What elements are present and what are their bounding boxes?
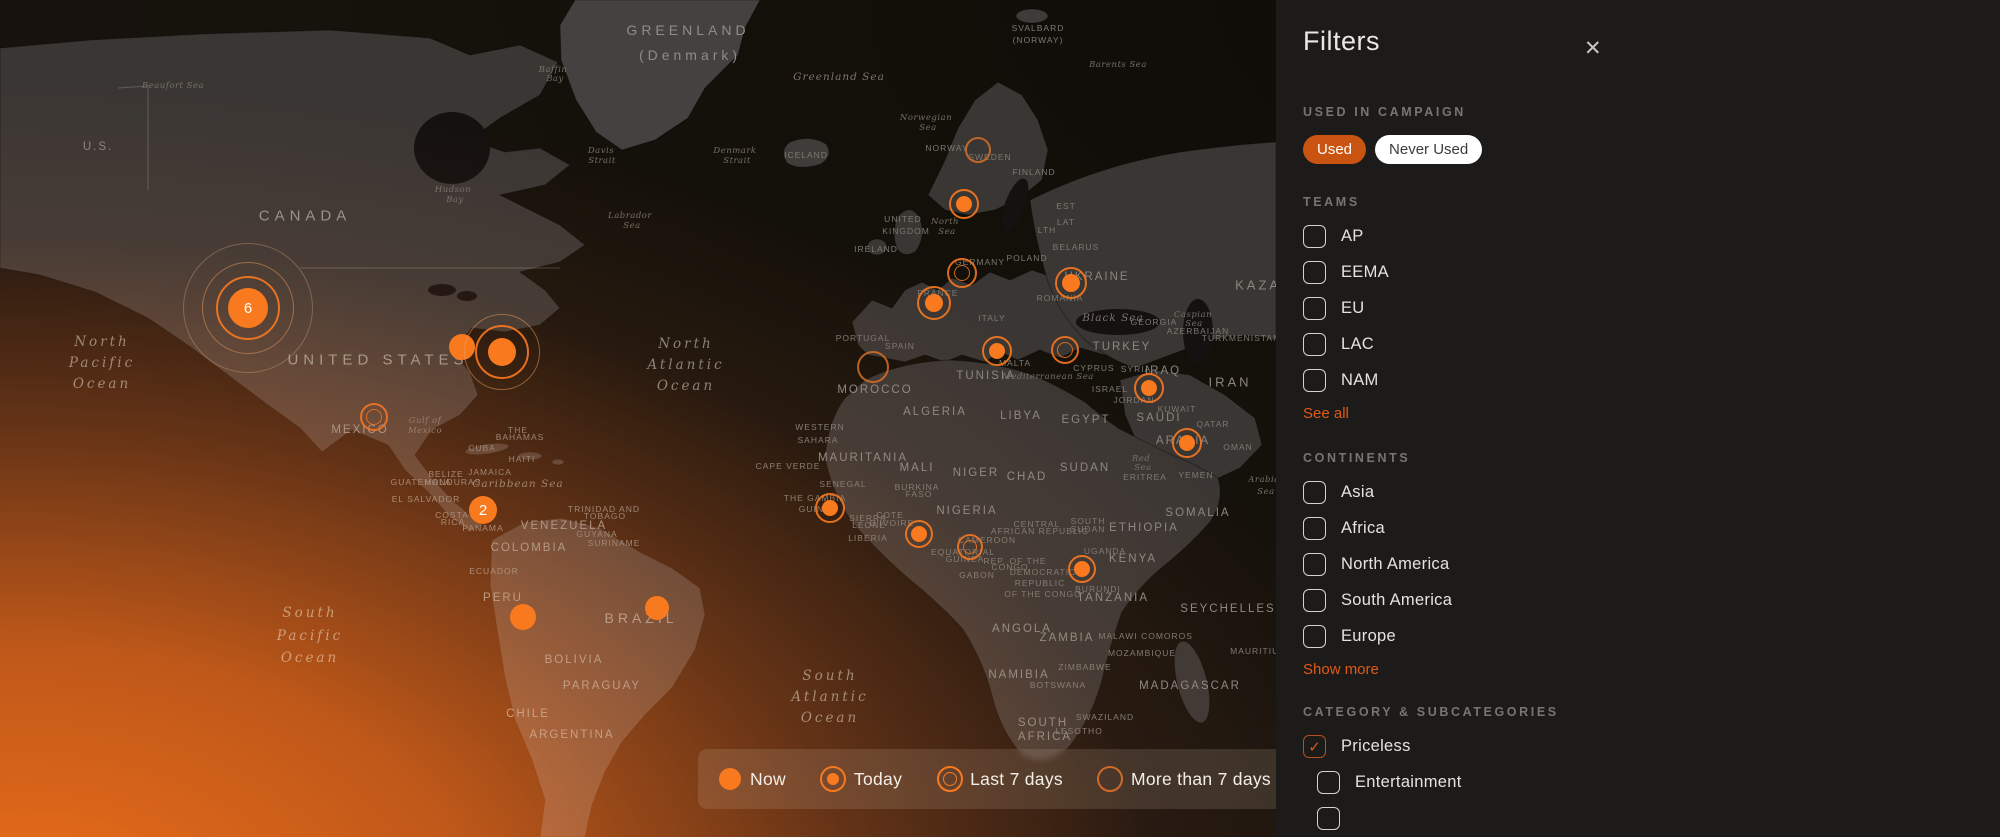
filter-row-europe[interactable]: Europe: [1303, 625, 2000, 648]
legend-label: Now: [750, 769, 786, 790]
marker-ring: [1134, 373, 1164, 403]
section-header-continents: CONTINENTS: [1303, 451, 2000, 465]
filter-row-africa[interactable]: Africa: [1303, 517, 2000, 540]
section-category: CATEGORY & SUBCATEGORIES ✓ Priceless Enter…: [1303, 705, 2000, 830]
section-header-category: CATEGORY & SUBCATEGORIES: [1303, 705, 2000, 719]
checkbox-africa[interactable]: [1303, 517, 1326, 540]
show-more-link[interactable]: Show more: [1303, 661, 2000, 678]
checkbox-blank[interactable]: [1317, 807, 1340, 830]
section-teams: TEAMS AP EEMA EU LAC NAM See all: [1303, 195, 2000, 422]
section-continents: CONTINENTS Asia Africa North America South …: [1303, 451, 2000, 678]
filter-row-eema[interactable]: EEMA: [1303, 261, 2000, 284]
marker-dot: [510, 604, 536, 630]
marker-ring: [366, 409, 382, 425]
marker-ring: [917, 286, 951, 320]
marker-ring: [954, 265, 970, 281]
checkbox-label: Entertainment: [1355, 773, 1462, 792]
section-header-campaign: USED IN CAMPAIGN: [1303, 105, 2000, 119]
checkbox-eema[interactable]: [1303, 261, 1326, 284]
filter-row-eu[interactable]: EU: [1303, 297, 2000, 320]
filter-row-priceless[interactable]: ✓ Priceless: [1303, 735, 2000, 758]
legend-label: Today: [854, 769, 902, 790]
checkbox-label: Europe: [1341, 627, 1396, 646]
checkbox-label: South America: [1341, 591, 1452, 610]
marker-dot: 2: [469, 496, 497, 524]
marker-ring: [905, 520, 933, 548]
section-header-teams: TEAMS: [1303, 195, 2000, 209]
close-icon[interactable]: ✕: [1584, 36, 1602, 61]
filter-row-entertainment[interactable]: Entertainment: [1317, 771, 2000, 794]
legend-item-today: Today: [822, 768, 902, 791]
marker-ring: [815, 493, 845, 523]
marker-ring: [1055, 267, 1087, 299]
marker-ring: [857, 351, 889, 383]
marker-ring: [963, 540, 977, 554]
legend-now-icon: [718, 768, 741, 791]
legend-older-icon: [1099, 768, 1122, 791]
checkbox-label: LAC: [1341, 335, 1374, 354]
pill-never-used[interactable]: Never Used: [1375, 135, 1482, 164]
legend-label: Last 7 days: [970, 769, 1063, 790]
checkbox-entertainment[interactable]: [1317, 771, 1340, 794]
category-checkbox-list: ✓ Priceless Entertainment: [1303, 735, 2000, 830]
checkbox-label: EEMA: [1341, 263, 1389, 282]
marker-ring: [1057, 342, 1073, 358]
filters-panel: Filters ✕ USED IN CAMPAIGN Used Never Use…: [1276, 0, 2000, 837]
filter-row-lac[interactable]: LAC: [1303, 333, 2000, 356]
marker-dot: [645, 596, 669, 620]
marker-ring: [464, 314, 540, 390]
legend-today-icon: [822, 768, 845, 791]
checkbox-eu[interactable]: [1303, 297, 1326, 320]
checkbox-ap[interactable]: [1303, 225, 1326, 248]
teams-checkbox-list: AP EEMA EU LAC NAM: [1303, 225, 2000, 392]
filter-row-ap[interactable]: AP: [1303, 225, 2000, 248]
checkbox-label: NAM: [1341, 371, 1379, 390]
app-window: U.S.CANADAUNITED STATESMEXICOGREENLAND(D…: [0, 0, 2000, 837]
checkbox-label: Priceless: [1341, 737, 1411, 756]
campaign-pills: Used Never Used: [1303, 135, 2000, 164]
checkbox-north-america[interactable]: [1303, 553, 1326, 576]
checkbox-label: AP: [1341, 227, 1364, 246]
checkbox-label: EU: [1341, 299, 1365, 318]
checkbox-nam[interactable]: [1303, 369, 1326, 392]
filter-row-nam[interactable]: NAM: [1303, 369, 2000, 392]
filter-row-north-america[interactable]: North America: [1303, 553, 2000, 576]
filter-row-asia[interactable]: Asia: [1303, 481, 2000, 504]
legend-item-last7: Last 7 days: [938, 768, 1063, 791]
checkbox-label: North America: [1341, 555, 1449, 574]
checkbox-south-america[interactable]: [1303, 589, 1326, 612]
checkbox-asia[interactable]: [1303, 481, 1326, 504]
section-used-in-campaign: USED IN CAMPAIGN Used Never Used: [1303, 105, 2000, 164]
see-all-link[interactable]: See all: [1303, 405, 2000, 422]
panel-title: Filters: [1303, 26, 2000, 57]
marker-ring: [183, 243, 313, 373]
continents-checkbox-list: Asia Africa North America South America Euro…: [1303, 481, 2000, 648]
marker-ring: [949, 189, 979, 219]
filter-row-south-america[interactable]: South America: [1303, 589, 2000, 612]
pill-used[interactable]: Used: [1303, 135, 1366, 164]
marker-ring: [982, 336, 1012, 366]
legend-item-now: Now: [718, 768, 786, 791]
checkbox-europe[interactable]: [1303, 625, 1326, 648]
marker-ring: [1068, 555, 1096, 583]
marker-ring: [965, 137, 991, 163]
checkbox-priceless[interactable]: ✓: [1303, 735, 1326, 758]
checkbox-lac[interactable]: [1303, 333, 1326, 356]
marker-ring: [1172, 428, 1202, 458]
legend-last7-icon: [938, 768, 961, 791]
checkbox-label: Asia: [1341, 483, 1374, 502]
checkbox-label: Africa: [1341, 519, 1385, 538]
filter-row-blank[interactable]: [1317, 807, 2000, 830]
